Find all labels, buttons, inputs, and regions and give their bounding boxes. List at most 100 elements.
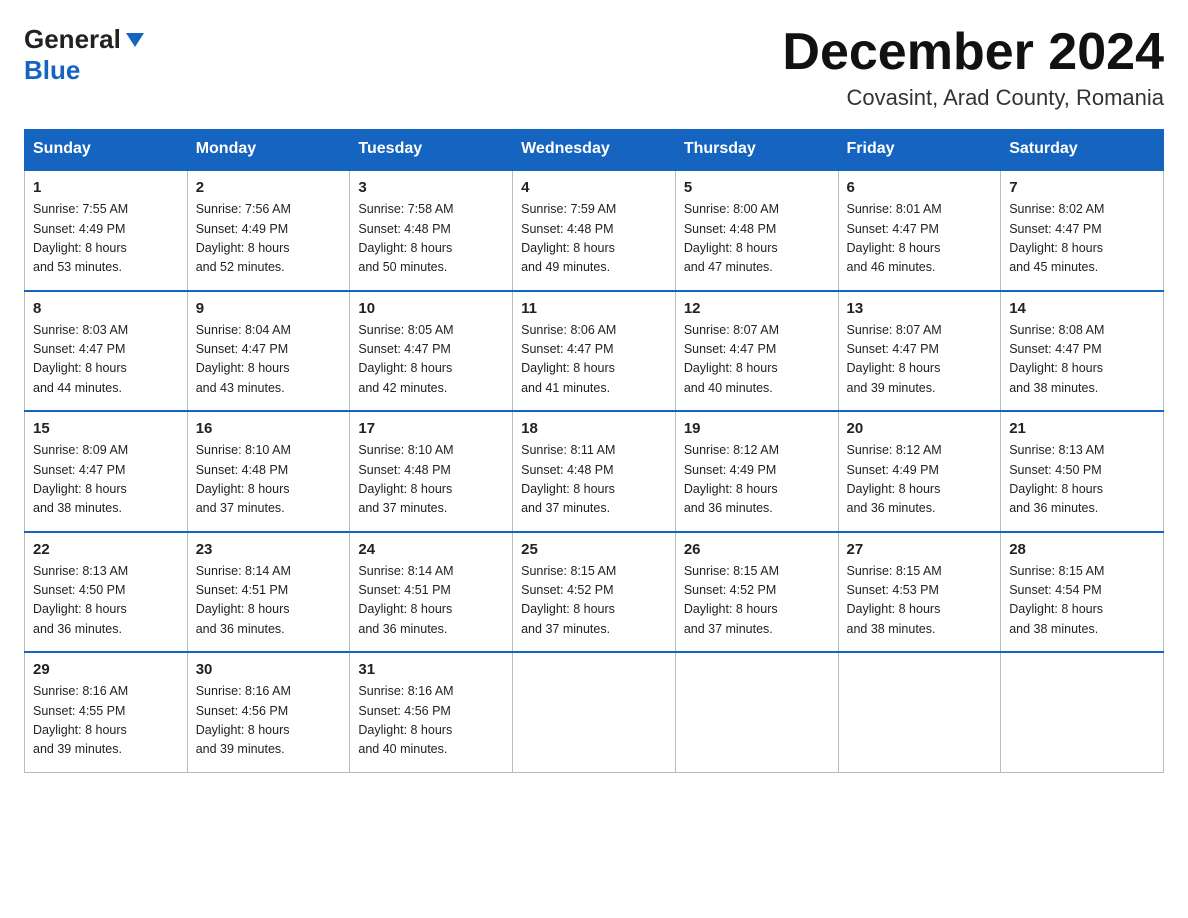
calendar-cell: 25 Sunrise: 8:15 AMSunset: 4:52 PMDayligh…: [513, 532, 676, 653]
calendar-cell: [1001, 652, 1164, 772]
calendar-cell: 27 Sunrise: 8:15 AMSunset: 4:53 PMDayligh…: [838, 532, 1001, 653]
day-number: 23: [196, 541, 342, 558]
day-info: Sunrise: 8:15 AMSunset: 4:52 PMDaylight:…: [684, 562, 830, 640]
day-number: 24: [358, 541, 504, 558]
calendar-cell: 31Sunrise: 8:16 AMSunset: 4:56 PMDayligh…: [350, 652, 513, 772]
day-info: Sunrise: 8:13 AMSunset: 4:50 PMDaylight:…: [1009, 441, 1155, 519]
day-number: 30: [196, 661, 342, 678]
column-header-friday: Friday: [838, 130, 1001, 170]
calendar-cell: 13 Sunrise: 8:07 AMSunset: 4:47 PMDayligh…: [838, 291, 1001, 412]
day-info: Sunrise: 7:56 AMSunset: 4:49 PMDaylight:…: [196, 200, 342, 278]
calendar-cell: 19 Sunrise: 8:12 AMSunset: 4:49 PMDayligh…: [675, 411, 838, 532]
location-title: Covasint, Arad County, Romania: [782, 85, 1164, 111]
calendar-week-row: 1Sunrise: 7:55 AMSunset: 4:49 PMDaylight…: [25, 170, 1164, 291]
day-number: 20: [847, 420, 993, 437]
day-number: 17: [358, 420, 504, 437]
day-info: Sunrise: 8:01 AMSunset: 4:47 PMDaylight:…: [847, 200, 993, 278]
calendar-cell: [838, 652, 1001, 772]
day-info: Sunrise: 8:11 AMSunset: 4:48 PMDaylight:…: [521, 441, 667, 519]
day-info: Sunrise: 8:15 AMSunset: 4:53 PMDaylight:…: [847, 562, 993, 640]
day-number: 3: [358, 179, 504, 196]
day-number: 5: [684, 179, 830, 196]
day-number: 28: [1009, 541, 1155, 558]
calendar-cell: 10 Sunrise: 8:05 AMSunset: 4:47 PMDayligh…: [350, 291, 513, 412]
calendar-cell: 24 Sunrise: 8:14 AMSunset: 4:51 PMDayligh…: [350, 532, 513, 653]
day-number: 15: [33, 420, 179, 437]
calendar-cell: 29 Sunrise: 8:16 AMSunset: 4:55 PMDayligh…: [25, 652, 188, 772]
day-number: 14: [1009, 300, 1155, 317]
day-number: 2: [196, 179, 342, 196]
day-info: Sunrise: 8:09 AMSunset: 4:47 PMDaylight:…: [33, 441, 179, 519]
calendar-cell: 7 Sunrise: 8:02 AMSunset: 4:47 PMDaylight…: [1001, 170, 1164, 291]
day-number: 13: [847, 300, 993, 317]
day-number: 6: [847, 179, 993, 196]
day-info: Sunrise: 8:07 AMSunset: 4:47 PMDaylight:…: [684, 321, 830, 399]
calendar-cell: 5 Sunrise: 8:00 AMSunset: 4:48 PMDaylight…: [675, 170, 838, 291]
column-header-tuesday: Tuesday: [350, 130, 513, 170]
calendar-cell: 28 Sunrise: 8:15 AMSunset: 4:54 PMDayligh…: [1001, 532, 1164, 653]
day-number: 11: [521, 300, 667, 317]
day-info: Sunrise: 8:16 AMSunset: 4:56 PMDaylight:…: [196, 682, 342, 760]
calendar-cell: 8 Sunrise: 8:03 AMSunset: 4:47 PMDaylight…: [25, 291, 188, 412]
day-info: Sunrise: 8:13 AMSunset: 4:50 PMDaylight:…: [33, 562, 179, 640]
calendar-cell: 3 Sunrise: 7:58 AMSunset: 4:48 PMDaylight…: [350, 170, 513, 291]
logo-blue-text: Blue: [24, 55, 80, 85]
calendar-cell: 11Sunrise: 8:06 AMSunset: 4:47 PMDayligh…: [513, 291, 676, 412]
column-header-saturday: Saturday: [1001, 130, 1164, 170]
calendar-header: SundayMondayTuesdayWednesdayThursdayFrid…: [25, 130, 1164, 170]
calendar-cell: 9 Sunrise: 8:04 AMSunset: 4:47 PMDaylight…: [187, 291, 350, 412]
day-number: 10: [358, 300, 504, 317]
day-number: 22: [33, 541, 179, 558]
calendar-cell: 6 Sunrise: 8:01 AMSunset: 4:47 PMDaylight…: [838, 170, 1001, 291]
month-title: December 2024: [782, 24, 1164, 81]
logo: General Blue: [24, 24, 146, 86]
day-info: Sunrise: 8:05 AMSunset: 4:47 PMDaylight:…: [358, 321, 504, 399]
day-info: Sunrise: 8:02 AMSunset: 4:47 PMDaylight:…: [1009, 200, 1155, 278]
day-number: 19: [684, 420, 830, 437]
day-number: 1: [33, 179, 179, 196]
calendar-cell: 14 Sunrise: 8:08 AMSunset: 4:47 PMDayligh…: [1001, 291, 1164, 412]
calendar-week-row: 22 Sunrise: 8:13 AMSunset: 4:50 PMDayligh…: [25, 532, 1164, 653]
day-info: Sunrise: 8:04 AMSunset: 4:47 PMDaylight:…: [196, 321, 342, 399]
logo-general-text: General: [24, 24, 121, 55]
day-info: Sunrise: 8:10 AMSunset: 4:48 PMDaylight:…: [196, 441, 342, 519]
calendar-cell: 26Sunrise: 8:15 AMSunset: 4:52 PMDayligh…: [675, 532, 838, 653]
calendar-week-row: 15 Sunrise: 8:09 AMSunset: 4:47 PMDayligh…: [25, 411, 1164, 532]
day-info: Sunrise: 8:03 AMSunset: 4:47 PMDaylight:…: [33, 321, 179, 399]
day-number: 8: [33, 300, 179, 317]
calendar-cell: 16 Sunrise: 8:10 AMSunset: 4:48 PMDayligh…: [187, 411, 350, 532]
calendar-cell: 15 Sunrise: 8:09 AMSunset: 4:47 PMDayligh…: [25, 411, 188, 532]
column-header-wednesday: Wednesday: [513, 130, 676, 170]
day-info: Sunrise: 8:07 AMSunset: 4:47 PMDaylight:…: [847, 321, 993, 399]
day-number: 25: [521, 541, 667, 558]
day-number: 12: [684, 300, 830, 317]
column-header-monday: Monday: [187, 130, 350, 170]
day-number: 7: [1009, 179, 1155, 196]
day-number: 18: [521, 420, 667, 437]
title-block: December 2024 Covasint, Arad County, Rom…: [782, 24, 1164, 111]
calendar-cell: [675, 652, 838, 772]
day-info: Sunrise: 8:10 AMSunset: 4:48 PMDaylight:…: [358, 441, 504, 519]
day-info: Sunrise: 8:15 AMSunset: 4:54 PMDaylight:…: [1009, 562, 1155, 640]
day-info: Sunrise: 8:12 AMSunset: 4:49 PMDaylight:…: [847, 441, 993, 519]
day-number: 29: [33, 661, 179, 678]
day-info: Sunrise: 7:58 AMSunset: 4:48 PMDaylight:…: [358, 200, 504, 278]
day-info: Sunrise: 8:12 AMSunset: 4:49 PMDaylight:…: [684, 441, 830, 519]
calendar-body: 1Sunrise: 7:55 AMSunset: 4:49 PMDaylight…: [25, 170, 1164, 773]
day-number: 27: [847, 541, 993, 558]
calendar-cell: 12 Sunrise: 8:07 AMSunset: 4:47 PMDayligh…: [675, 291, 838, 412]
day-info: Sunrise: 8:14 AMSunset: 4:51 PMDaylight:…: [358, 562, 504, 640]
logo-arrow-icon: [124, 29, 146, 51]
day-info: Sunrise: 8:15 AMSunset: 4:52 PMDaylight:…: [521, 562, 667, 640]
calendar-week-row: 8 Sunrise: 8:03 AMSunset: 4:47 PMDaylight…: [25, 291, 1164, 412]
day-number: 9: [196, 300, 342, 317]
calendar-cell: 20 Sunrise: 8:12 AMSunset: 4:49 PMDayligh…: [838, 411, 1001, 532]
day-info: Sunrise: 8:00 AMSunset: 4:48 PMDaylight:…: [684, 200, 830, 278]
calendar-week-row: 29 Sunrise: 8:16 AMSunset: 4:55 PMDayligh…: [25, 652, 1164, 772]
day-number: 16: [196, 420, 342, 437]
day-info: Sunrise: 8:08 AMSunset: 4:47 PMDaylight:…: [1009, 321, 1155, 399]
calendar-cell: [513, 652, 676, 772]
day-info: Sunrise: 8:16 AMSunset: 4:55 PMDaylight:…: [33, 682, 179, 760]
calendar-cell: 22 Sunrise: 8:13 AMSunset: 4:50 PMDayligh…: [25, 532, 188, 653]
calendar-cell: 2 Sunrise: 7:56 AMSunset: 4:49 PMDaylight…: [187, 170, 350, 291]
